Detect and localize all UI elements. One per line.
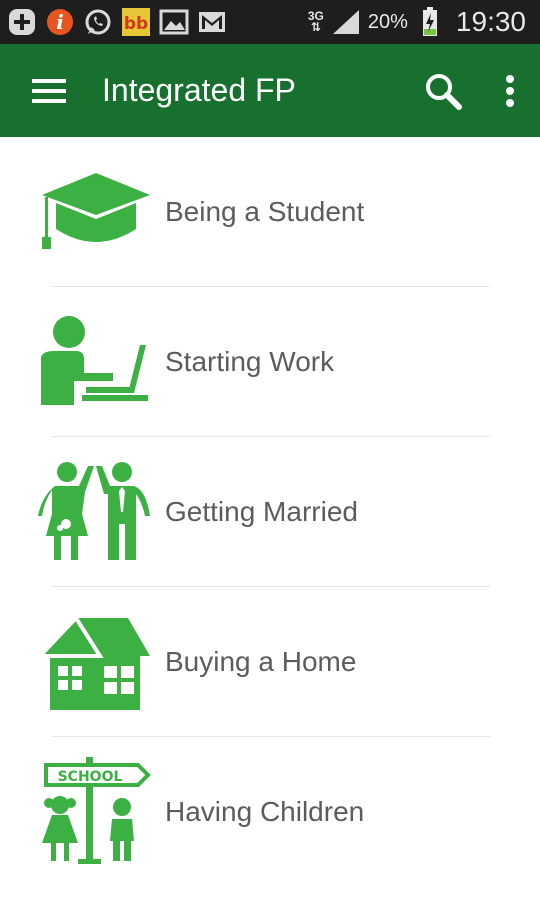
app-bar: Integrated FP [0,44,540,137]
item-label: Buying a Home [165,646,357,677]
item-label: Being a Student [165,196,365,227]
list-item-being-a-student[interactable]: Being a Student [0,137,540,287]
clock: 19:30 [455,6,526,37]
add-icon [6,6,38,38]
couple-icon [38,461,153,562]
list-item-having-children[interactable]: SCHOOL Having Children [0,737,540,887]
search-icon [426,73,462,110]
network-type: 3G ⇅ [307,9,324,34]
more-vert-icon [506,74,514,107]
list-item-buying-a-home[interactable]: Buying a Home [0,587,540,737]
school-children-icon: SCHOOL [38,757,153,864]
signal-icon [330,6,362,38]
gmail-icon [196,6,228,38]
info-icon: i [44,6,76,38]
person-laptop-icon [38,312,153,412]
battery-charging-icon [414,6,446,38]
house-icon [38,612,153,712]
graduation-cap-icon [38,162,153,262]
svg-text:bb: bb [124,14,148,34]
life-stage-list: Being a Student Starting Work Getting Ma… [0,137,540,887]
battery-percent: 20% [367,10,408,33]
network-label: 3G [307,9,324,23]
notification-icons: i bb [6,6,228,38]
search-button[interactable] [418,66,468,116]
overflow-menu-button[interactable] [490,66,530,116]
list-item-starting-work[interactable]: Starting Work [0,287,540,437]
status-bar: i bb 3G ⇅ 20% 19:30 [0,0,540,44]
gallery-icon [158,6,190,38]
item-label: Starting Work [165,346,335,377]
list-item-getting-married[interactable]: Getting Married [0,437,540,587]
system-status: 3G ⇅ 20% 19:30 [308,6,526,38]
item-label: Having Children [165,796,365,827]
hamburger-icon [32,78,66,103]
menu-button[interactable] [24,66,74,116]
whatsapp-icon [82,6,114,38]
svg-text:SCHOOL: SCHOOL [58,769,123,785]
app-title: Integrated FP [102,72,296,108]
bb-app-icon: bb [120,6,152,38]
svg-text:i: i [56,10,64,34]
item-label: Getting Married [165,496,358,527]
